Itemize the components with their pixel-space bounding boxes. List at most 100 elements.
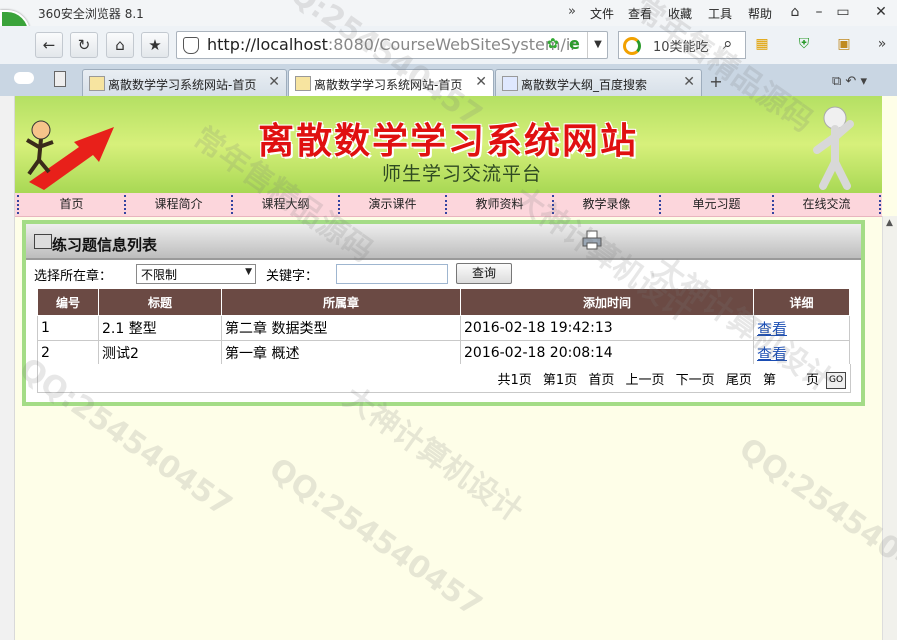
panel-title: 练习题信息列表	[52, 236, 158, 254]
chapter-select-value: 不限制	[141, 268, 178, 282]
site-banner: 离散数学学习系统网站 师生学习交流平台	[15, 96, 882, 193]
tab-label: 离散数学学习系统网站-首页	[108, 78, 257, 92]
cell-chapter: 第一章 概述	[221, 340, 461, 366]
cloud-sync-icon[interactable]	[14, 72, 34, 84]
view-link[interactable]: 查看	[757, 320, 787, 338]
cell-id: 2	[37, 340, 99, 366]
cell-detail: 查看	[753, 340, 850, 366]
search-icon[interactable]: ⌕	[723, 34, 733, 54]
nav-online-chat[interactable]: 在线交流	[774, 193, 879, 216]
cell-chapter: 第二章 数据类型	[221, 315, 461, 341]
security-guard-icon[interactable]: ⛨	[796, 36, 812, 52]
thinking-figure-icon	[813, 106, 854, 190]
site-title: 离散数学学习系统网站	[258, 120, 639, 162]
query-button[interactable]: 查询	[456, 263, 512, 284]
table-header-row: 编号 标题 所属章 添加时间 详细	[37, 288, 850, 316]
chapter-select[interactable]: 不限制 ▼	[136, 264, 256, 284]
scroll-up-icon[interactable]: ▲	[886, 218, 893, 228]
web-page: 离散数学学习系统网站 师生学习交流平台 首页 课程简介 课程大纲 演示课件 教师…	[15, 96, 897, 640]
chevron-down-icon[interactable]: ▼	[245, 267, 252, 277]
running-man-arrow-icon	[25, 120, 114, 190]
site-favicon-icon	[89, 76, 105, 91]
table-row: 1 2.1 整型 第二章 数据类型 2016-02-18 19:42:13 查看	[37, 315, 850, 341]
pager-last-link[interactable]: 尾页	[726, 373, 752, 388]
tab-close-icon[interactable]: ✕	[268, 74, 280, 90]
site-favicon-icon	[295, 76, 311, 91]
pager-first-link[interactable]: 首页	[588, 373, 614, 388]
nav-teacher-materials[interactable]: 教师资料	[447, 193, 552, 216]
pager-total: 共1页	[497, 373, 532, 388]
tab-home-2[interactable]: 离散数学学习系统网站-首页 ✕	[288, 69, 494, 98]
maximize-button[interactable]: ▭	[832, 2, 854, 22]
menu-tools[interactable]: 工具	[708, 5, 732, 22]
pager-prev-link[interactable]: 上一页	[626, 373, 665, 388]
back-button[interactable]: ←	[35, 32, 63, 58]
keyword-label: 关键字：	[266, 269, 319, 284]
toolbar-more-icon[interactable]: »	[874, 36, 890, 52]
menu-favorites[interactable]: 收藏	[668, 5, 692, 22]
view-link[interactable]: 查看	[757, 345, 787, 363]
home-button[interactable]: ⌂	[106, 32, 134, 58]
new-tab-button[interactable]: +	[706, 72, 726, 92]
minimize-button[interactable]: –	[808, 2, 830, 22]
ie-mode-icon[interactable]: e	[569, 34, 580, 53]
baidu-paw-icon	[502, 76, 518, 91]
extension-icon[interactable]: ▣	[836, 36, 852, 52]
apps-grid-icon[interactable]: ▦	[754, 36, 770, 52]
pager-goto-prefix: 第	[762, 373, 776, 388]
search-engine-icon[interactable]	[623, 37, 641, 55]
nav-syllabus[interactable]: 课程大纲	[233, 193, 338, 216]
tab-home-1[interactable]: 离散数学学习系统网站-首页 ✕	[82, 69, 287, 97]
panel-header: 练习题信息列表	[26, 224, 861, 260]
menu-more-icon[interactable]: »	[568, 4, 576, 19]
print-icon[interactable]	[582, 230, 602, 250]
menu-file[interactable]: 文件	[590, 5, 614, 22]
filter-row: 选择所在章： 不限制 ▼ 关键字： 查询	[26, 262, 861, 286]
cell-time: 2016-02-18 20:08:14	[460, 340, 754, 366]
tab-baidu-search[interactable]: 离散数学大纲_百度搜索 ✕	[495, 69, 702, 97]
col-header-chapter: 所属章	[221, 288, 461, 316]
col-header-id: 编号	[37, 288, 99, 316]
app-title: 360安全浏览器 8.1	[38, 7, 144, 21]
tab-tools-icons[interactable]: ⧉ ↶ ▾	[832, 74, 867, 89]
url-text[interactable]: http://localhost:8080/CourseWebSiteSyste…	[207, 35, 577, 54]
search-input[interactable]: 10类能吃	[653, 36, 709, 55]
nav-home[interactable]: 首页	[19, 193, 124, 216]
cell-title: 测试2	[98, 340, 222, 366]
browser-titlebar: 360安全浏览器 8.1 » 文件 查看 收藏 工具 帮助 ⌂ – ▭ ✕	[0, 0, 897, 26]
url-dropdown-icon[interactable]: ▼	[587, 32, 608, 58]
site-subtitle: 师生学习交流平台	[382, 163, 543, 185]
exercise-table: 编号 标题 所属章 添加时间 详细 1 2.1 整型 第二章 数据类型 2016…	[37, 288, 850, 366]
nav-exercises[interactable]: 单元习题	[661, 193, 772, 216]
sidebar-doc-icon[interactable]	[54, 71, 66, 87]
pager-goto-suffix: 页	[805, 373, 819, 388]
list-doc-icon	[34, 234, 52, 249]
nav-videos[interactable]: 教学录像	[554, 193, 659, 216]
tab-close-icon[interactable]: ✕	[475, 74, 487, 90]
menu-help[interactable]: 帮助	[748, 5, 772, 22]
url-bar[interactable]: http://localhost:8080/CourseWebSiteSyste…	[176, 31, 608, 59]
security-shield-icon[interactable]	[183, 37, 199, 54]
nav-course-intro[interactable]: 课程简介	[126, 193, 231, 216]
cell-time: 2016-02-18 19:42:13	[460, 315, 754, 341]
keyword-input[interactable]	[336, 264, 448, 284]
compat-mode-icon[interactable]: ✿	[547, 36, 559, 52]
tab-label: 离散数学大纲_百度搜索	[521, 78, 648, 92]
pager-next-link[interactable]: 下一页	[676, 373, 715, 388]
page-scrollbar[interactable]: ▲	[882, 216, 897, 640]
close-window-button[interactable]: ✕	[870, 2, 892, 22]
exercise-list-panel: 练习题信息列表 选择所在章： 不限制 ▼ 关键字： 查询 编号 标题 所属章 添…	[22, 220, 865, 406]
tab-label: 离散数学学习系统网站-首页	[314, 78, 463, 92]
sidebar-strip	[0, 96, 15, 640]
cell-detail: 查看	[753, 315, 850, 341]
menu-view[interactable]: 查看	[628, 5, 652, 22]
favorite-star-button[interactable]: ★	[141, 32, 169, 58]
skin-icon[interactable]: ⌂	[784, 2, 806, 22]
refresh-button[interactable]: ↻	[70, 32, 98, 58]
nav-slides[interactable]: 演示课件	[340, 193, 445, 216]
go-button[interactable]: GO	[826, 372, 846, 389]
page-number-input[interactable]	[778, 373, 804, 389]
tab-close-icon[interactable]: ✕	[683, 74, 695, 90]
table-row: 2 测试2 第一章 概述 2016-02-18 20:08:14 查看	[37, 340, 850, 366]
search-box[interactable]: 10类能吃 ⌕	[618, 31, 746, 59]
